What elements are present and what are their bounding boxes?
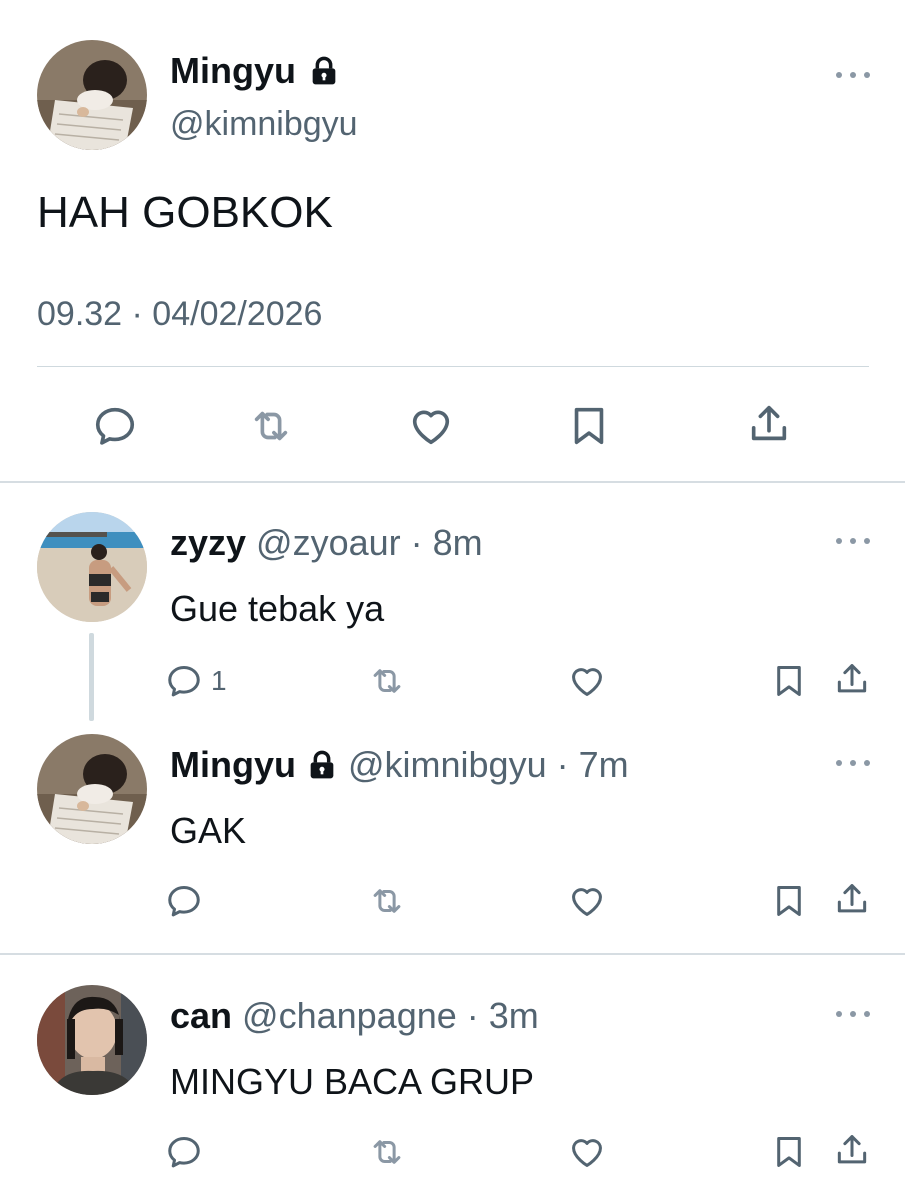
avatar[interactable]: [37, 985, 147, 1095]
section-divider: [0, 481, 905, 483]
retweet-button[interactable]: [368, 1133, 406, 1171]
tweet-text: HAH GOBKOK: [37, 188, 333, 237]
reply-button[interactable]: [92, 403, 138, 449]
more-options-icon[interactable]: [836, 536, 870, 546]
retweet-button[interactable]: [368, 662, 406, 700]
share-button[interactable]: [833, 660, 871, 698]
share-icon: [833, 1131, 871, 1169]
reply-icon: [165, 882, 203, 920]
reply-text: Gue tebak ya: [170, 588, 385, 629]
more-options-icon[interactable]: [836, 70, 870, 80]
reply-header: Mingyu @kimnibgyu · 7m: [170, 744, 629, 786]
reply-icon: [92, 403, 138, 449]
avatar[interactable]: [37, 512, 147, 622]
divider: [37, 366, 869, 367]
reply-icon: [165, 662, 203, 700]
reply-time[interactable]: · 7m: [557, 744, 629, 786]
section-divider: [0, 953, 905, 955]
avatar[interactable]: [37, 734, 147, 844]
bookmark-button[interactable]: [566, 403, 612, 449]
like-icon: [408, 403, 454, 449]
bookmark-icon: [566, 403, 612, 449]
retweet-icon: [368, 1133, 406, 1171]
more-options-icon[interactable]: [836, 758, 870, 768]
retweet-icon: [368, 882, 406, 920]
share-icon: [833, 880, 871, 918]
avatar-photo: [37, 985, 147, 1095]
bookmark-icon: [770, 882, 808, 920]
avatar-photo: [37, 512, 147, 622]
author-name-text: Mingyu: [170, 50, 296, 91]
retweet-button[interactable]: [248, 403, 294, 449]
reply-header: zyzy @zyoaur · 8m: [170, 522, 483, 564]
author-handle[interactable]: @kimnibgyu: [170, 105, 358, 144]
share-button[interactable]: [833, 880, 871, 918]
share-icon: [746, 401, 792, 447]
reply-time[interactable]: · 8m: [411, 522, 483, 564]
like-button[interactable]: [568, 662, 606, 700]
retweet-icon: [368, 662, 406, 700]
like-icon: [568, 1133, 606, 1171]
more-options-icon[interactable]: [836, 1009, 870, 1019]
reply-author-name[interactable]: zyzy: [170, 522, 246, 564]
reply-count: 1: [211, 665, 227, 696]
like-button[interactable]: [568, 882, 606, 920]
avatar[interactable]: [37, 40, 147, 150]
like-button[interactable]: [408, 403, 454, 449]
share-icon: [833, 660, 871, 698]
lock-icon: [306, 749, 338, 781]
tweet-timestamp[interactable]: 09.32 · 04/02/2026: [37, 295, 322, 334]
like-icon: [568, 882, 606, 920]
reply-button[interactable]: [165, 882, 203, 920]
reply-header: can @chanpagne · 3m: [170, 995, 539, 1037]
bookmark-button[interactable]: [770, 662, 808, 700]
reply-text: GAK: [170, 810, 247, 851]
author-name[interactable]: Mingyu: [170, 50, 340, 92]
reply-author-name[interactable]: can: [170, 995, 232, 1037]
bookmark-icon: [770, 1133, 808, 1171]
share-button[interactable]: [746, 401, 792, 447]
avatar-photo: [37, 734, 147, 844]
reply-time[interactable]: · 3m: [467, 995, 539, 1037]
lock-icon: [308, 55, 340, 87]
bookmark-button[interactable]: [770, 1133, 808, 1171]
like-button[interactable]: [568, 1133, 606, 1171]
bookmark-button[interactable]: [770, 882, 808, 920]
reply-author-name[interactable]: Mingyu: [170, 744, 338, 786]
retweet-button[interactable]: [368, 882, 406, 920]
share-button[interactable]: [833, 1131, 871, 1169]
reply-button[interactable]: [165, 1133, 203, 1171]
reply-text: MINGYU BACA GRUP: [170, 1061, 535, 1102]
like-icon: [568, 662, 606, 700]
reply-button[interactable]: 1: [165, 662, 227, 700]
reply-author-handle[interactable]: @kimnibgyu: [348, 744, 547, 786]
bookmark-icon: [770, 662, 808, 700]
reply-author-handle[interactable]: @zyoaur: [256, 522, 401, 564]
thread-line: [89, 633, 94, 721]
retweet-icon: [248, 403, 294, 449]
avatar-photo: [37, 40, 147, 150]
reply-author-handle[interactable]: @chanpagne: [242, 995, 457, 1037]
reply-icon: [165, 1133, 203, 1171]
reply-author-name-text: Mingyu: [170, 744, 296, 785]
